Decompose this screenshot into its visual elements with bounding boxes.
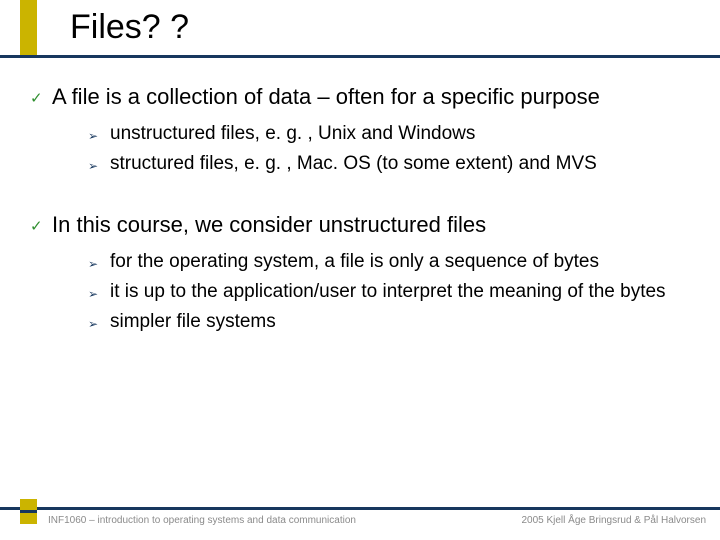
footer-left-text: INF1060 – introduction to operating syst…: [48, 515, 356, 526]
bullet-level2: ➢ unstructured files, e. g. , Unix and W…: [88, 121, 690, 149]
bullet-text: In this course, we consider unstructured…: [52, 211, 486, 239]
bullet-level2: ➢ for the operating system, a file is on…: [88, 249, 690, 277]
bullet-level1: ✓ In this course, we consider unstructur…: [30, 211, 690, 241]
sub-bullet-text: it is up to the application/user to inte…: [110, 279, 666, 305]
footer-underline: [0, 507, 720, 510]
checkmark-icon: ✓: [30, 211, 52, 241]
arrow-icon: ➢: [88, 279, 110, 307]
title-bar: Files? ?: [0, 0, 720, 58]
arrow-icon: ➢: [88, 309, 110, 337]
title-underline: [0, 55, 720, 58]
sub-bullet-text: structured files, e. g. , Mac. OS (to so…: [110, 151, 597, 177]
checkmark-icon: ✓: [30, 83, 52, 113]
title-accent-block: [20, 0, 37, 55]
bullet-level2: ➢ structured files, e. g. , Mac. OS (to …: [88, 151, 690, 179]
bullet-text: A file is a collection of data – often f…: [52, 83, 600, 111]
sub-bullet-text: for the operating system, a file is only…: [110, 249, 599, 275]
arrow-icon: ➢: [88, 151, 110, 179]
bullet-level2: ➢ simpler file systems: [88, 309, 690, 337]
sub-bullet-list: ➢ unstructured files, e. g. , Unix and W…: [30, 117, 690, 179]
arrow-icon: ➢: [88, 121, 110, 149]
bullet-level2: ➢ it is up to the application/user to in…: [88, 279, 690, 307]
arrow-icon: ➢: [88, 249, 110, 277]
sub-bullet-text: unstructured files, e. g. , Unix and Win…: [110, 121, 475, 147]
bullet-level1: ✓ A file is a collection of data – often…: [30, 83, 690, 113]
footer-right-text: 2005 Kjell Åge Bringsrud & Pål Halvorsen: [521, 515, 706, 526]
slide-title: Files? ?: [70, 8, 189, 47]
footer-accent-block: [20, 499, 37, 524]
sub-bullet-list: ➢ for the operating system, a file is on…: [30, 245, 690, 337]
slide-body: ✓ A file is a collection of data – often…: [0, 58, 720, 337]
slide: Files? ? ✓ A file is a collection of dat…: [0, 0, 720, 540]
sub-bullet-text: simpler file systems: [110, 309, 276, 335]
